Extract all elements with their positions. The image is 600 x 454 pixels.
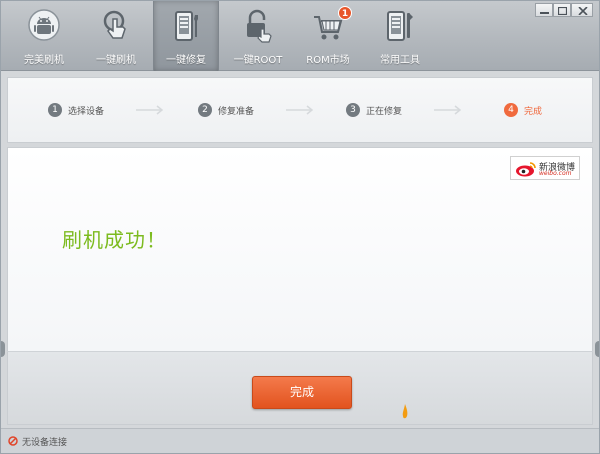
step-number: 2 [198, 103, 212, 117]
weibo-share-button[interactable]: 新浪微博 weibo.com [510, 156, 580, 180]
step-number: 3 [346, 103, 360, 117]
right-resize-handle[interactable] [595, 341, 599, 357]
step-label: 选择设备 [68, 107, 105, 117]
connection-status: 无设备连接 [22, 438, 68, 448]
close-button[interactable] [571, 3, 593, 17]
tool-label: 一键刷机 [96, 55, 136, 66]
left-resize-handle[interactable] [1, 341, 5, 357]
phone-tools-icon [387, 11, 413, 41]
progress-steps: 1 选择设备 2 修复准备 3 正在修复 4 完成 [7, 77, 593, 143]
tool-label: 一键修复 [166, 55, 206, 66]
tool-perfect-flash[interactable]: 完美刷机 [11, 1, 77, 71]
tool-rom-market[interactable]: 1 ROM市场 [295, 1, 361, 71]
arrow-right-icon [434, 105, 462, 115]
step-label: 完成 [524, 107, 543, 117]
weibo-logo-icon [516, 162, 536, 177]
flame-icon [402, 404, 408, 419]
close-icon [578, 7, 588, 15]
tool-label: 一键ROOT [233, 55, 283, 66]
result-panel: 新浪微博 weibo.com 刷机成功！ [7, 147, 593, 351]
maximize-button[interactable] [553, 3, 571, 17]
lock-hand-icon [247, 9, 272, 43]
success-message: 刷机成功！ [62, 228, 167, 252]
minimize-button[interactable] [535, 3, 553, 17]
step-number: 4 [504, 103, 518, 117]
done-button[interactable]: 完成 [252, 376, 352, 409]
tap-hand-icon [103, 10, 126, 39]
step-label: 修复准备 [218, 107, 255, 117]
tool-one-click-root[interactable]: 一键ROOT [225, 1, 291, 71]
arrow-right-icon [286, 105, 314, 115]
tool-one-click-flash[interactable]: 一键刷机 [83, 1, 149, 71]
action-bar: 完成 [7, 351, 593, 425]
rom-market-badge: 1 [338, 6, 352, 20]
phone-wrench-icon [175, 11, 198, 41]
main-toolbar: 完美刷机 一键刷机 一键修复 一键ROOT 1 ROM市场 常用工具 [1, 1, 599, 71]
status-bar: 无设备连接 [1, 428, 599, 453]
weibo-url: weibo.com [539, 170, 572, 177]
arrow-right-icon [136, 105, 164, 115]
tool-label: 完美刷机 [24, 55, 64, 66]
tool-label: ROM市场 [306, 55, 350, 66]
minimize-icon [540, 12, 549, 14]
app-window: 完美刷机 一键刷机 一键修复 一键ROOT 1 ROM市场 常用工具 1 选择设… [0, 0, 600, 454]
tool-common-tools[interactable]: 常用工具 [367, 1, 433, 71]
tool-label: 常用工具 [380, 55, 420, 66]
maximize-icon [558, 7, 567, 15]
tool-one-click-repair[interactable]: 一键修复 [153, 1, 219, 71]
step-label: 正在修复 [366, 107, 403, 117]
android-robot-icon [28, 9, 60, 41]
no-connection-icon [8, 436, 18, 446]
step-number: 1 [48, 103, 62, 117]
